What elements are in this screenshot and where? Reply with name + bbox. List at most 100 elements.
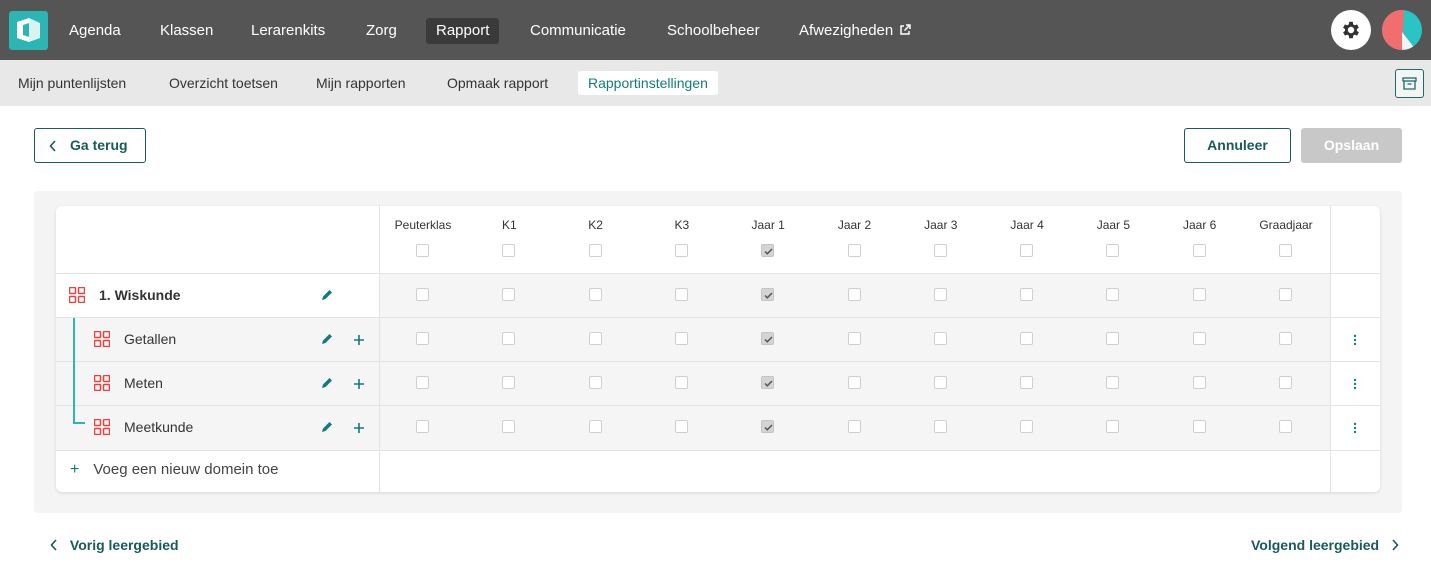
column-select-checkbox[interactable] [1106, 244, 1119, 257]
column-divider [379, 206, 380, 492]
column-select-checkbox[interactable] [1193, 244, 1206, 257]
year-checkbox[interactable] [589, 376, 602, 389]
pencil-icon[interactable] [320, 420, 334, 434]
year-checkbox[interactable] [1020, 332, 1033, 345]
year-checkbox[interactable] [589, 420, 602, 433]
avatar[interactable] [1382, 10, 1422, 50]
row-shade [56, 406, 1330, 450]
row-shade [56, 318, 1330, 362]
year-checkbox[interactable] [761, 288, 774, 301]
row-divider [56, 450, 1380, 451]
row-divider [56, 405, 1380, 406]
nav-item-rapport[interactable]: Rapport [426, 18, 500, 44]
year-checkbox[interactable] [848, 420, 861, 433]
year-checkbox[interactable] [502, 420, 515, 433]
year-checkbox[interactable] [675, 420, 688, 433]
year-checkbox[interactable] [1193, 288, 1206, 301]
year-checkbox[interactable] [1106, 420, 1119, 433]
nav-item-zorg[interactable]: Zorg [356, 18, 407, 44]
nav-item-lerarenkits[interactable]: Lerarenkits [241, 18, 335, 44]
previous-area-link[interactable]: Vorig leergebied [50, 537, 179, 553]
year-checkbox[interactable] [589, 288, 602, 301]
year-checkbox[interactable] [761, 376, 774, 389]
logo-icon[interactable] [9, 11, 48, 50]
year-checkbox[interactable] [1193, 376, 1206, 389]
tab-rapportinstellingen[interactable]: Rapportinstellingen [578, 71, 718, 95]
year-checkbox[interactable] [1020, 420, 1033, 433]
column-select-checkbox[interactable] [1020, 244, 1033, 257]
column-header: K3 [674, 218, 690, 232]
sub-navigation: Mijn puntenlijsten Overzicht toetsen Mij… [0, 60, 1431, 106]
year-checkbox[interactable] [1193, 332, 1206, 345]
year-checkbox[interactable] [1106, 376, 1119, 389]
column-header: K2 [588, 218, 603, 232]
year-checkbox[interactable] [675, 376, 688, 389]
cancel-button[interactable]: Annuleer [1184, 128, 1291, 163]
year-checkbox[interactable] [675, 288, 688, 301]
year-checkbox[interactable] [761, 332, 774, 345]
tab-mijn-rapporten[interactable]: Mijn rapporten [306, 71, 416, 95]
year-checkbox[interactable] [934, 288, 947, 301]
more-vertical-icon[interactable] [1353, 334, 1357, 346]
nav-item-klassen[interactable]: Klassen [150, 18, 223, 44]
pencil-icon[interactable] [320, 288, 334, 302]
year-checkbox[interactable] [1279, 420, 1292, 433]
next-area-link[interactable]: Volgend leergebied [1251, 537, 1399, 553]
tab-overzicht-toetsen[interactable]: Overzicht toetsen [159, 71, 288, 95]
add-domain-label: Voeg een nieuw domein toe [93, 461, 279, 478]
year-checkbox[interactable] [502, 376, 515, 389]
column-select-checkbox[interactable] [1279, 244, 1292, 257]
row-divider [56, 317, 1380, 318]
column-select-checkbox[interactable] [848, 244, 861, 257]
year-checkbox[interactable] [848, 376, 861, 389]
more-vertical-icon[interactable] [1353, 422, 1357, 434]
year-checkbox[interactable] [848, 332, 861, 345]
year-checkbox[interactable] [934, 376, 947, 389]
column-select-checkbox[interactable] [675, 244, 688, 257]
column-select-checkbox[interactable] [589, 244, 602, 257]
tab-opmaak-rapport[interactable]: Opmaak rapport [437, 71, 558, 95]
year-checkbox[interactable] [589, 332, 602, 345]
more-vertical-icon[interactable] [1353, 378, 1357, 390]
plus-icon[interactable] [353, 334, 365, 346]
year-checkbox[interactable] [1106, 332, 1119, 345]
pencil-icon[interactable] [320, 376, 334, 390]
year-checkbox[interactable] [502, 332, 515, 345]
save-button[interactable]: Opslaan [1301, 128, 1402, 163]
year-checkbox[interactable] [1106, 288, 1119, 301]
year-checkbox[interactable] [675, 332, 688, 345]
column-select-checkbox[interactable] [502, 244, 515, 257]
year-checkbox[interactable] [416, 332, 429, 345]
add-domain-button[interactable]: + Voeg een nieuw domein toe [70, 461, 279, 479]
plus-icon[interactable] [353, 422, 365, 434]
plus-icon[interactable] [353, 378, 365, 390]
year-checkbox[interactable] [848, 288, 861, 301]
column-select-checkbox[interactable] [761, 244, 774, 257]
year-checkbox[interactable] [1193, 420, 1206, 433]
nav-item-agenda[interactable]: Agenda [59, 18, 131, 44]
nav-item-schoolbeheer[interactable]: Schoolbeheer [657, 18, 770, 44]
year-checkbox[interactable] [761, 420, 774, 433]
year-checkbox[interactable] [934, 420, 947, 433]
year-checkbox[interactable] [1279, 332, 1292, 345]
archive-icon [1402, 77, 1417, 90]
year-checkbox[interactable] [502, 288, 515, 301]
back-button[interactable]: Ga terug [34, 128, 146, 163]
year-checkbox[interactable] [1020, 288, 1033, 301]
year-checkbox[interactable] [1279, 288, 1292, 301]
tab-mijn-puntenlijsten[interactable]: Mijn puntenlijsten [8, 71, 136, 95]
year-checkbox[interactable] [934, 332, 947, 345]
top-navigation: Agenda Klassen Lerarenkits Zorg Rapport … [0, 0, 1431, 60]
nav-item-communicatie[interactable]: Communicatie [520, 18, 636, 44]
archive-button[interactable] [1395, 69, 1424, 98]
year-checkbox[interactable] [1020, 376, 1033, 389]
year-checkbox[interactable] [416, 376, 429, 389]
column-select-checkbox[interactable] [934, 244, 947, 257]
column-select-checkbox[interactable] [416, 244, 429, 257]
pencil-icon[interactable] [320, 332, 334, 346]
nav-item-afwezigheden[interactable]: Afwezigheden [789, 18, 921, 44]
year-checkbox[interactable] [416, 288, 429, 301]
year-checkbox[interactable] [1279, 376, 1292, 389]
settings-button[interactable] [1331, 10, 1371, 50]
year-checkbox[interactable] [416, 420, 429, 433]
